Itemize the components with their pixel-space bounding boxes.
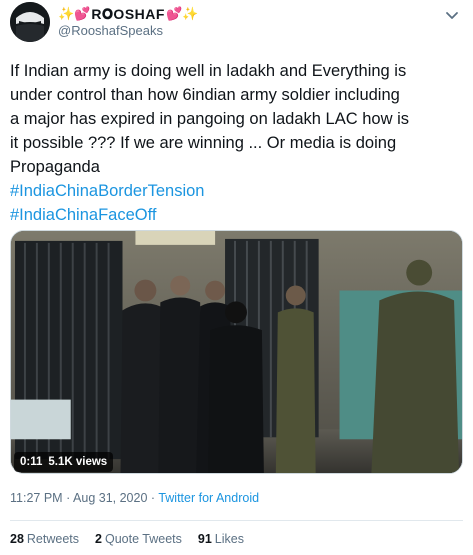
quote-tweets-label: Quote Tweets <box>104 532 182 546</box>
video-duration: 0:11 <box>20 456 43 468</box>
retweets-stat[interactable]: 28 Retweets <box>10 532 79 546</box>
tweet-line: a major has expired in pangoing on ladak… <box>10 110 409 128</box>
tweet-text: If Indian army is doing well in ladakh a… <box>10 59 465 227</box>
display-name[interactable]: R𝐎OSHAF <box>91 6 165 23</box>
video-player[interactable] <box>10 230 463 474</box>
sparkle-heart-emoji-right: 💕✨ <box>165 6 199 21</box>
quote-tweets-count: 2 <box>95 532 102 546</box>
tweet-date[interactable]: Aug 31, 2020 <box>73 491 147 505</box>
tweet-meta: 11:27 PM · Aug 31, 2020 · Twitter for An… <box>10 491 259 505</box>
likes-count: 91 <box>197 532 212 546</box>
avatar[interactable] <box>10 2 50 42</box>
meta-separator: · <box>150 491 156 505</box>
tweet-stats: 28 Retweets 2 Quote Tweets 91 Likes <box>10 532 260 546</box>
retweets-count: 28 <box>10 532 24 546</box>
quote-tweets-stat[interactable]: 2 Quote Tweets <box>95 532 182 546</box>
tweet-line: it possible ??? If we are winning ... Or… <box>10 134 397 152</box>
video-badge: 0:11 5.1K views <box>14 452 114 472</box>
tweet-line: If Indian army is doing well in ladakh a… <box>10 62 407 80</box>
video-views: 5.1K views <box>48 456 108 468</box>
sparkle-heart-emoji-left: ✨💕 <box>58 6 91 21</box>
video-thumbnail <box>11 231 462 473</box>
tweet-line: under control than how 6indian army sold… <box>10 86 400 104</box>
user-handle[interactable]: @RooshafSpeaks <box>58 23 163 38</box>
masked-face-avatar-icon <box>10 2 50 42</box>
tweet-line: Propaganda <box>10 158 100 176</box>
likes-label: Likes <box>214 532 244 546</box>
meta-separator: · <box>66 491 71 505</box>
divider <box>10 520 463 521</box>
tweet-time[interactable]: 11:27 PM <box>10 491 63 505</box>
hashtag-link[interactable]: #IndiaChinaFaceOff <box>10 203 465 227</box>
retweets-label: Retweets <box>26 532 80 546</box>
tweet-source-app[interactable]: Twitter for Android <box>158 491 259 505</box>
likes-stat[interactable]: 91 Likes <box>198 532 244 546</box>
hashtag-link[interactable]: #IndiaChinaBorderTension <box>10 179 465 203</box>
display-name-row[interactable]: ✨💕 R𝐎OSHAF 💕✨ <box>58 6 198 22</box>
chevron-down-icon[interactable] <box>443 6 461 24</box>
